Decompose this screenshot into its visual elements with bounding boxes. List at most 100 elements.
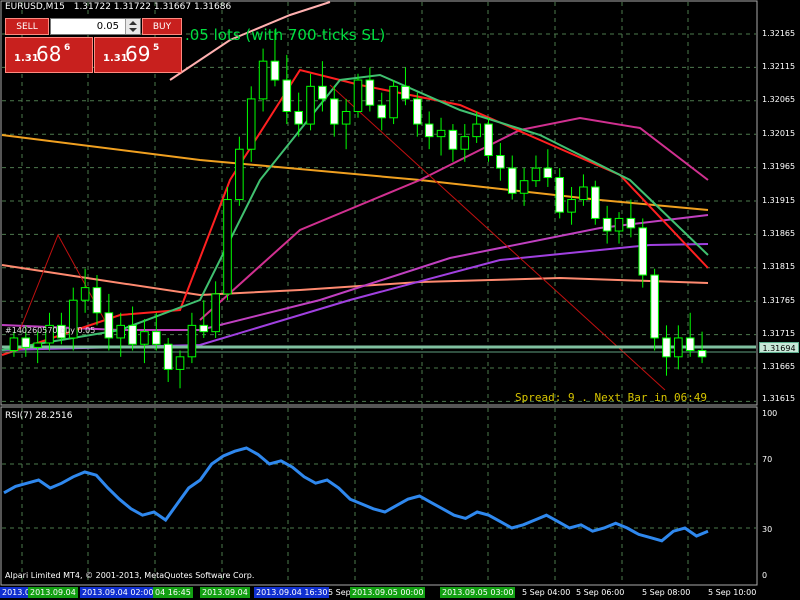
candle-body [341, 110, 351, 125]
lots-field[interactable] [50, 18, 141, 35]
candle-body [80, 287, 90, 301]
spread-info: Spread: 9 . Next Bar in 06:49 [515, 391, 708, 404]
price-tick: 1.31765 [762, 296, 796, 305]
candle-body [235, 148, 244, 201]
price-tick: 1.31665 [762, 362, 796, 371]
candle-body [579, 186, 588, 201]
candle-body [697, 350, 707, 358]
rsi-indicator-label: RSI(7) 28.2516 [5, 411, 73, 421]
price-tick: 1.32065 [762, 95, 796, 104]
time-tick: 2013.09.05 03:00 [440, 587, 516, 598]
chart-ohlc: 1.31722 1.31722 1.31667 1.31686 [73, 2, 232, 12]
candle-body [199, 324, 209, 333]
candle-body [294, 110, 303, 125]
price-tick: 1.31915 [762, 196, 796, 205]
chart-header: EURUSD,M15 1.31722 1.31722 1.31667 1.316… [5, 2, 231, 12]
price-tick: 1.32115 [762, 62, 796, 71]
rsi-tick: 100 [762, 409, 778, 418]
current-price-tag: 1.31694 [759, 342, 799, 353]
candle-body [306, 85, 315, 125]
buy-price-fraction: 5 [153, 43, 160, 53]
time-tick: 2013.09.04 [200, 587, 250, 598]
buy-price-pips: 69 [125, 42, 151, 66]
candle-body [531, 167, 541, 182]
candle-body [258, 60, 268, 100]
candle-body [448, 129, 458, 150]
candle-body [685, 337, 695, 352]
time-tick: 2013.09.04 02:00 [80, 587, 156, 598]
candle-body [140, 331, 149, 345]
candle-body [389, 85, 398, 119]
candle-body [662, 337, 671, 358]
candle-body [650, 274, 659, 339]
candle-body [175, 356, 185, 370]
price-tick: 1.31615 [762, 394, 796, 403]
candle-body [519, 180, 529, 194]
time-tick: 5 Sep 10:00 [708, 588, 757, 597]
candle-body [413, 98, 422, 125]
price-tick: 1.31815 [762, 262, 796, 271]
candle-body [21, 337, 31, 348]
time-tick: 5 Sep [328, 588, 351, 597]
chart-canvas[interactable] [0, 0, 800, 600]
candle-body [377, 104, 387, 119]
lot-size-comment: .05 lots (with 700-ticks SL) [185, 26, 386, 44]
candle-body [9, 337, 19, 352]
candle-body [152, 331, 161, 345]
candle-body [92, 287, 102, 314]
sell-button[interactable]: SELL [5, 18, 49, 35]
candle-body [436, 129, 446, 138]
one-click-trade-panel: SELL BUY 1.31 68 6 1.31 69 5 [5, 18, 182, 74]
sell-price-button[interactable]: 1.31 68 6 [5, 37, 93, 73]
candle-body [638, 227, 648, 276]
spin-down-icon[interactable] [129, 28, 137, 32]
price-tick: 1.31965 [762, 162, 796, 171]
candle-body [104, 312, 114, 339]
candle-body [401, 85, 410, 100]
chart-window[interactable] [0, 0, 800, 600]
candle-body [33, 342, 42, 348]
candle-body [211, 293, 220, 333]
candle-body [270, 60, 280, 81]
spin-up-icon[interactable] [129, 21, 137, 25]
candle-body [614, 217, 624, 232]
candle-body [602, 217, 612, 232]
copyright-text: Alpari Limited MT4, © 2001-2013, MetaQuo… [5, 571, 255, 580]
candle-body [282, 79, 292, 112]
candle-body [590, 186, 600, 219]
candle-body [567, 199, 576, 213]
time-tick: 5 Sep 06:00 [576, 588, 625, 597]
time-tick: 2013.09.04 [28, 587, 78, 598]
rsi-tick: 70 [762, 455, 773, 464]
price-tick: 1.32165 [762, 29, 796, 38]
buy-button[interactable]: BUY [142, 18, 182, 35]
candle-body [163, 343, 173, 370]
candle-body [128, 324, 137, 345]
candle-body [353, 79, 363, 112]
time-tick: 2013.09.04 16:30 [254, 587, 330, 598]
candle-body [626, 217, 636, 229]
time-tick: 04 16:45 [153, 587, 193, 598]
price-tick: 1.31865 [762, 229, 796, 238]
order-line-label: #140260570 buy 0.05 [5, 326, 96, 335]
price-tick: 1.32015 [762, 129, 796, 138]
candle-body [365, 79, 375, 106]
sell-price-pips: 68 [36, 42, 62, 66]
price-tick: 1.31715 [762, 329, 796, 338]
lots-input[interactable] [53, 19, 121, 34]
sell-price-prefix: 1.31 [14, 53, 39, 64]
buy-price-prefix: 1.31 [103, 53, 128, 64]
candle-body [543, 167, 553, 179]
candle-body [496, 155, 505, 169]
candle-body [674, 337, 683, 358]
buy-price-button[interactable]: 1.31 69 5 [94, 37, 182, 73]
rsi-line [3, 446, 709, 543]
time-tick: 5 Sep 04:00 [522, 588, 571, 597]
lots-spinner[interactable] [125, 19, 140, 34]
candle-body [318, 85, 327, 100]
candle-body [223, 199, 232, 295]
candle-body [246, 98, 256, 150]
candle-body [460, 136, 470, 150]
trend-line [329, 84, 666, 391]
candle-body [507, 167, 517, 194]
